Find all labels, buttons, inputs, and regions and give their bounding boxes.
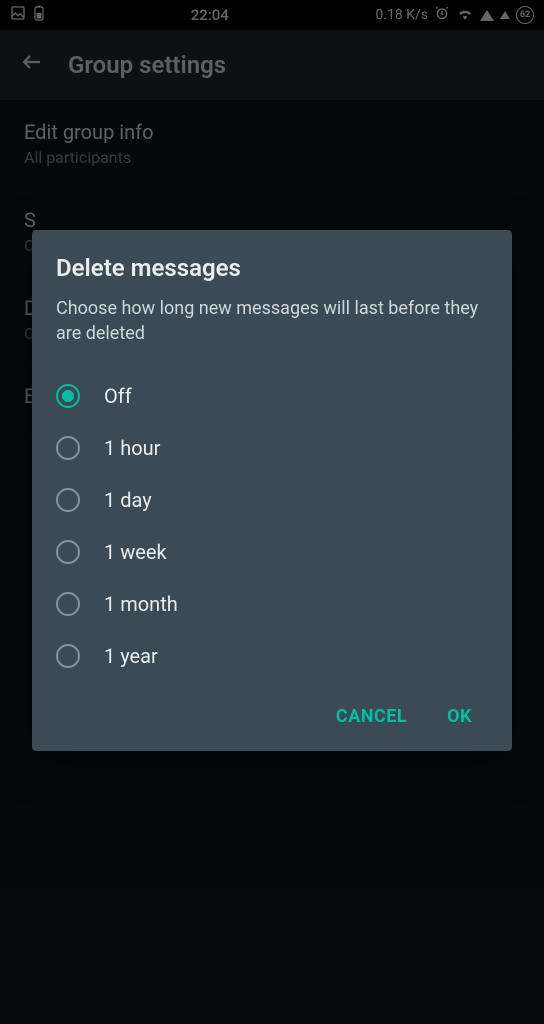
radio-label: 1 year: [104, 644, 158, 668]
radio-label: Off: [104, 384, 132, 408]
radio-label: 1 week: [104, 540, 167, 564]
page-title: Group settings: [68, 51, 226, 79]
setting-title: S: [24, 208, 520, 232]
radio-option-1day[interactable]: 1 day: [56, 474, 488, 526]
radio-icon: [56, 436, 80, 460]
radio-icon: [56, 384, 80, 408]
radio-icon: [56, 592, 80, 616]
radio-option-1hour[interactable]: 1 hour: [56, 422, 488, 474]
wifi-icon: [456, 6, 474, 24]
app-header: Group settings: [0, 30, 544, 100]
network-speed: 0.18 K/s: [375, 7, 428, 23]
radio-icon: [56, 644, 80, 668]
delete-messages-dialog: Delete messages Choose how long new mess…: [32, 230, 512, 751]
radio-icon: [56, 488, 80, 512]
image-icon: [10, 5, 26, 25]
radio-option-off[interactable]: Off: [56, 370, 488, 422]
radio-label: 1 day: [104, 488, 152, 512]
signal-icon-2: [500, 11, 510, 19]
ok-button[interactable]: OK: [447, 706, 472, 727]
setting-item-edit-group[interactable]: Edit group info All participants: [0, 100, 544, 188]
cancel-button[interactable]: CANCEL: [336, 706, 407, 727]
radio-label: 1 month: [104, 592, 178, 616]
statusbar-time: 22:04: [44, 6, 375, 24]
battery-badge: 62: [516, 6, 534, 24]
radio-option-1week[interactable]: 1 week: [56, 526, 488, 578]
radio-icon: [56, 540, 80, 564]
setting-subtitle: All participants: [24, 148, 520, 167]
radio-option-1month[interactable]: 1 month: [56, 578, 488, 630]
setting-title: Edit group info: [24, 120, 520, 144]
radio-option-1year[interactable]: 1 year: [56, 630, 488, 682]
dialog-actions: CANCEL OK: [56, 682, 488, 735]
radio-list: Off 1 hour 1 day 1 week 1 month 1 year: [56, 370, 488, 682]
radio-label: 1 hour: [104, 436, 160, 460]
back-arrow-icon[interactable]: [20, 50, 44, 80]
dialog-title: Delete messages: [56, 254, 488, 282]
statusbar: 22:04 0.18 K/s 62: [0, 0, 544, 30]
dialog-description: Choose how long new messages will last b…: [56, 296, 488, 346]
alarm-icon: [434, 5, 450, 25]
signal-icon-1: [480, 10, 494, 21]
battery-icon: [34, 5, 44, 25]
